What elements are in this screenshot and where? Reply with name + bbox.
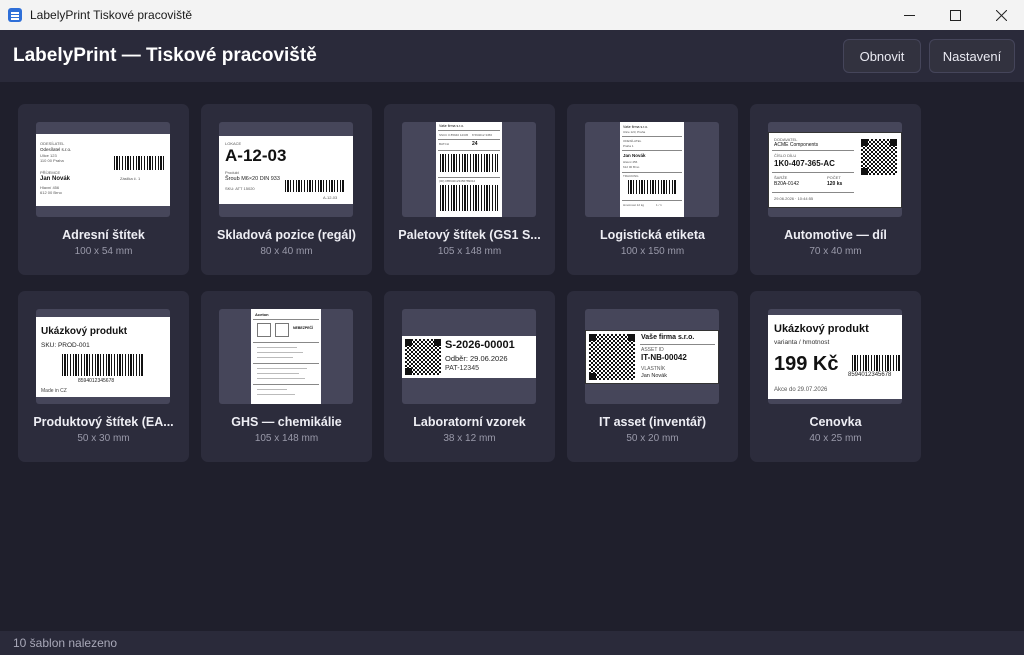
template-size: 80 x 40 mm [260,246,313,257]
app-header: LabelyPrint — Tiskové pracoviště Obnovit… [0,30,1024,82]
template-preview: Aceton NEBEZPEČÍ [219,309,353,404]
template-size: 50 x 20 mm [626,433,679,444]
template-name: IT asset (inventář) [599,415,706,429]
template-name: Logistická etiketa [600,228,705,242]
minimize-icon [903,14,915,16]
template-preview: ODESÍLATEL Odesílatel s.r.o. Ulice 123 1… [36,122,170,217]
template-name: GHS — chemikálie [231,415,342,429]
maximize-icon [949,9,961,21]
template-preview: S-2026-00001 Odběr: 29.06.2026 PAT-12345 [402,309,536,404]
template-size: 40 x 25 mm [809,433,862,444]
template-size: 50 x 30 mm [77,433,130,444]
template-card-lab-sample[interactable]: S-2026-00001 Odběr: 29.06.2026 PAT-12345… [384,291,555,462]
window-title: LabelyPrint Tiskové pracoviště [30,8,193,22]
label-preview-warehouse: LOKACE A-12-03 Produkt Šroub M6×20 DIN 9… [219,135,353,204]
template-card-automotive[interactable]: DODAVATEL ACME Components ČÍSLO DÍLU 1K0… [750,104,921,275]
template-card-ghs[interactable]: Aceton NEBEZPEČÍ GHS — chemikálie 105 x … [201,291,372,462]
maximize-button[interactable] [932,0,978,30]
template-size: 38 x 12 mm [443,433,496,444]
template-preview: Ukázkový produkt varianta / hmotnost 199… [768,309,902,404]
app-icon [8,8,22,22]
status-bar: 10 šablon nalezeno [0,631,1024,655]
template-preview: Vaše firma s.r.o. Ulice 123, Praha ODESÍ… [585,122,719,217]
label-preview-address: ODESÍLATEL Odesílatel s.r.o. Ulice 123 1… [36,133,170,206]
template-name: Automotive — díl [784,228,887,242]
template-size: 105 x 148 mm [254,433,319,444]
template-name: Laboratorní vzorek [413,415,526,429]
label-preview-pallet: Vaše firma s.r.o. SSCC 0 85940 12345 8 5… [436,122,502,217]
template-card-address[interactable]: ODESÍLATEL Odesílatel s.r.o. Ulice 123 1… [18,104,189,275]
template-preview: Vaše firma s.r.o. ASSET ID IT-NB-00042 V… [585,309,719,404]
template-size: 100 x 54 mm [74,246,133,257]
template-card-logistics[interactable]: Vaše firma s.r.o. Ulice 123, Praha ODESÍ… [567,104,738,275]
status-text: 10 šablon nalezeno [13,636,118,650]
template-name: Cenovka [809,415,862,429]
template-name: Paletový štítek (GS1 S... [398,228,541,242]
label-preview-it-asset: Vaše firma s.r.o. ASSET ID IT-NB-00042 V… [585,329,719,384]
minimize-button[interactable] [886,0,932,30]
settings-button[interactable]: Nastavení [929,39,1015,73]
template-size: 105 x 148 mm [437,246,502,257]
template-preview: LOKACE A-12-03 Produkt Šroub M6×20 DIN 9… [219,122,353,217]
template-card-it-asset[interactable]: Vaše firma s.r.o. ASSET ID IT-NB-00042 V… [567,291,738,462]
template-size: 70 x 40 mm [809,246,862,257]
template-card-pallet[interactable]: Vaše firma s.r.o. SSCC 0 85940 12345 8 5… [384,104,555,275]
template-preview: Vaše firma s.r.o. SSCC 0 85940 12345 8 5… [402,122,536,217]
window-titlebar: LabelyPrint Tiskové pracoviště [0,0,1024,30]
label-preview-lab: S-2026-00001 Odběr: 29.06.2026 PAT-12345 [402,335,536,378]
template-size: 100 x 150 mm [620,246,685,257]
template-preview: Ukázkový produkt SKU: PROD-001 859401234… [36,309,170,404]
template-grid: ODESÍLATEL Odesílatel s.r.o. Ulice 123 1… [18,104,921,462]
label-preview-price-tag: Ukázkový produkt varianta / hmotnost 199… [768,314,902,399]
close-button[interactable] [978,0,1024,30]
label-preview-automotive: DODAVATEL ACME Components ČÍSLO DÍLU 1K0… [768,131,902,208]
label-preview-logistics: Vaše firma s.r.o. Ulice 123, Praha ODESÍ… [620,122,684,217]
template-card-warehouse-location[interactable]: LOKACE A-12-03 Produkt Šroub M6×20 DIN 9… [201,104,372,275]
refresh-button[interactable]: Obnovit [843,39,921,73]
close-icon [995,9,1007,21]
template-card-price-tag[interactable]: Ukázkový produkt varianta / hmotnost 199… [750,291,921,462]
label-preview-product: Ukázkový produkt SKU: PROD-001 859401234… [36,316,170,397]
template-name: Produktový štítek (EA... [33,415,174,429]
label-preview-ghs: Aceton NEBEZPEČÍ [251,309,321,404]
template-name: Skladová pozice (regál) [217,228,356,242]
page-title: LabelyPrint — Tiskové pracoviště [13,45,317,66]
template-card-product[interactable]: Ukázkový produkt SKU: PROD-001 859401234… [18,291,189,462]
template-preview: DODAVATEL ACME Components ČÍSLO DÍLU 1K0… [768,122,902,217]
template-name: Adresní štítek [62,228,145,242]
